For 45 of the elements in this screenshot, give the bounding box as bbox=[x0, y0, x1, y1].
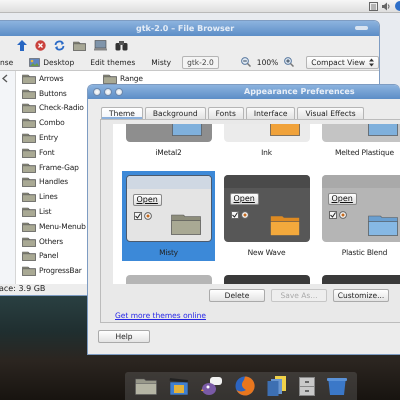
window-title: gtk-2.0 – File Browser bbox=[136, 24, 234, 34]
folder-icon bbox=[368, 214, 398, 236]
folder-icon bbox=[270, 214, 300, 236]
folder-icon[interactable] bbox=[22, 265, 36, 276]
folder-icon[interactable] bbox=[22, 117, 36, 128]
filing-cabinet-icon[interactable] bbox=[299, 376, 315, 396]
folder-icon[interactable] bbox=[22, 102, 36, 114]
refresh-icon[interactable] bbox=[54, 40, 65, 50]
preview-button: Open bbox=[230, 193, 259, 205]
stop-icon[interactable] bbox=[35, 40, 46, 50]
checkbox-icon bbox=[230, 211, 248, 219]
globe-icon[interactable] bbox=[235, 376, 255, 396]
folder-icon[interactable] bbox=[22, 236, 36, 247]
grid-icon[interactable] bbox=[369, 2, 378, 10]
zoom-in-icon[interactable] bbox=[284, 57, 294, 67]
folder-icon[interactable] bbox=[22, 146, 36, 158]
preview-button: Open bbox=[328, 193, 357, 205]
preview-button: Open bbox=[132, 194, 162, 206]
folder-icon[interactable] bbox=[22, 191, 36, 202]
checkbox-icon bbox=[328, 211, 346, 219]
folder-icon[interactable] bbox=[22, 176, 36, 188]
up-arrow-icon[interactable] bbox=[17, 40, 27, 50]
binoculars-icon[interactable] bbox=[115, 40, 128, 50]
folder-icon[interactable] bbox=[22, 206, 36, 218]
folder-icon[interactable] bbox=[22, 162, 36, 173]
status-indicator-icon[interactable] bbox=[394, 1, 400, 11]
folder-icon[interactable] bbox=[22, 132, 36, 144]
window-title: Appearance Preferences bbox=[244, 87, 355, 97]
folder-icon[interactable] bbox=[22, 250, 36, 262]
zoom-out-icon[interactable] bbox=[240, 57, 251, 67]
clapperboard-icon[interactable] bbox=[169, 376, 189, 396]
folder-icon[interactable] bbox=[22, 72, 36, 84]
folder-icon bbox=[170, 213, 200, 235]
speaker-icon[interactable] bbox=[381, 2, 391, 10]
bird-speech-icon[interactable] bbox=[201, 376, 223, 396]
up-down-arrows-icon bbox=[369, 58, 374, 66]
folder-icon[interactable] bbox=[22, 88, 36, 99]
folder-icon[interactable] bbox=[22, 220, 36, 232]
desktop-icon bbox=[29, 58, 40, 66]
checkbox-icon bbox=[134, 212, 152, 220]
computer-icon[interactable] bbox=[94, 40, 107, 50]
documents-icon[interactable] bbox=[267, 376, 287, 396]
folder-icon[interactable] bbox=[103, 72, 117, 84]
folder-icon[interactable] bbox=[135, 377, 157, 395]
trash-icon[interactable] bbox=[327, 377, 347, 395]
